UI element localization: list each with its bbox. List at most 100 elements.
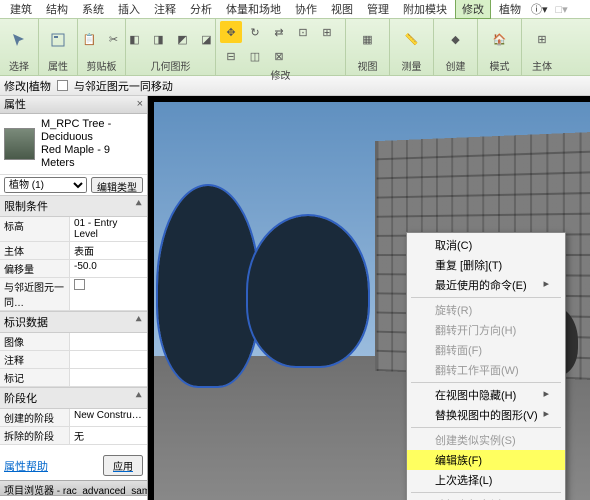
section-identity[interactable]: 标识数据⯅ (0, 311, 147, 333)
copy-icon[interactable]: ✂ (103, 29, 125, 51)
help-icon[interactable]: ⓘ▾ (531, 1, 548, 17)
close-icon[interactable]: × (137, 98, 143, 110)
context-menu-item[interactable]: 在视图中隐藏(H) (407, 385, 565, 405)
category-select[interactable]: 植物 (1) (4, 177, 87, 193)
tree-element-selected[interactable] (158, 186, 258, 386)
prop-row[interactable]: 主体表面 (0, 242, 147, 260)
ribbon-label: 视图 (358, 58, 378, 73)
menu-item[interactable]: 结构 (40, 0, 74, 18)
menu-item-modify[interactable]: 修改 (455, 0, 491, 19)
ribbon-group-view: ▦ 视图 (346, 19, 390, 75)
context-menu-item: 翻转开门方向(H) (407, 320, 565, 340)
section-phasing[interactable]: 阶段化⯅ (0, 387, 147, 409)
context-menu-item[interactable]: 编辑族(F) (407, 450, 565, 470)
tool-icon[interactable]: ⇄ (268, 21, 290, 43)
measure-icon[interactable]: 📏 (401, 29, 423, 51)
tool-icon[interactable]: ⊡ (292, 21, 314, 43)
ribbon-group-select: 选择 (0, 19, 39, 75)
tool-icon[interactable]: ⊠ (268, 45, 290, 67)
menubar-trailing: □▾ (556, 3, 568, 16)
context-menu-item: 创建类似实例(S) (407, 430, 565, 450)
ribbon-label: 选择 (9, 58, 29, 73)
menu-item[interactable]: 管理 (361, 0, 395, 18)
move-with-neighbors-checkbox[interactable] (57, 80, 68, 91)
context-menu-item[interactable]: 上次选择(L) (407, 470, 565, 490)
menu-item[interactable]: 植物 (493, 0, 527, 18)
context-menu-separator (411, 492, 561, 493)
menu-item[interactable]: 建筑 (4, 0, 38, 18)
prop-row[interactable]: 标记 (0, 369, 147, 387)
paste-icon[interactable]: 📋 (79, 29, 101, 51)
view-icon[interactable]: ▦ (357, 29, 379, 51)
ribbon-label: 测量 (402, 58, 422, 73)
tool-icon[interactable]: ◫ (244, 45, 266, 67)
context-menu-item[interactable]: 重复 [删除](T) (407, 255, 565, 275)
panel-title: 属性 (4, 96, 26, 112)
tool-icon[interactable]: ⊟ (220, 45, 242, 67)
edit-type-button[interactable]: 编辑类型 (91, 177, 143, 193)
apply-button[interactable]: 应用 (103, 455, 143, 476)
menu-item[interactable]: 插入 (112, 0, 146, 18)
select-icon[interactable] (4, 25, 34, 55)
type-name: M_RPC Tree - Deciduous Red Maple - 9 Met… (41, 118, 143, 171)
menu-item[interactable]: 视图 (325, 0, 359, 18)
ribbon-group-clipboard: 📋✂ 剪贴板 (78, 19, 126, 75)
project-browser-header: 项目浏览器 - rac_advanced_sample_… (0, 480, 147, 496)
menu-item[interactable]: 注释 (148, 0, 182, 18)
type-thumbnail (4, 128, 35, 160)
geom-icon[interactable]: ◪ (196, 29, 218, 51)
edit-host-icon[interactable]: 🏠 (485, 25, 515, 55)
tool-icon[interactable]: ↻ (244, 21, 266, 43)
ribbon-label: 属性 (48, 58, 68, 73)
menu-item[interactable]: 体量和场地 (220, 0, 287, 18)
context-menu: 取消(C)重复 [删除](T)最近使用的命令(E)旋转(R)翻转开门方向(H)翻… (406, 232, 566, 500)
tree-element-selected[interactable] (248, 216, 368, 366)
menu-item[interactable]: 附加模块 (397, 0, 453, 18)
context-menu-separator (411, 382, 561, 383)
tool-icon[interactable]: ⊞ (316, 21, 338, 43)
ribbon-label: 修改 (271, 67, 291, 82)
context-menu-item: 翻转面(F) (407, 340, 565, 360)
checkbox-label: 与邻近图元一同移动 (74, 78, 173, 94)
ribbon-group-measure: 📏 测量 (390, 19, 434, 75)
context-menu-item[interactable]: 取消(C) (407, 235, 565, 255)
3d-viewport[interactable]: 取消(C)重复 [删除](T)最近使用的命令(E)旋转(R)翻转开门方向(H)翻… (148, 96, 590, 500)
ribbon-label: 几何图形 (151, 58, 191, 73)
options-bar: 修改|植物 与邻近图元一同移动 (0, 76, 590, 96)
properties-header: 属性 × (0, 96, 147, 114)
move-icon[interactable]: ✥ (220, 21, 242, 43)
prop-row[interactable]: 拆除的阶段无 (0, 427, 147, 445)
section-constraints[interactable]: 限制条件⯅ (0, 195, 147, 217)
host-icon[interactable]: ⊞ (527, 25, 557, 55)
ribbon-label: 主体 (532, 58, 552, 73)
menu-item[interactable]: 分析 (184, 0, 218, 18)
geom-icon[interactable]: ◨ (148, 29, 170, 51)
context-menu-item[interactable]: 替换视图中的图形(V) (407, 405, 565, 425)
prop-row[interactable]: 图像 (0, 333, 147, 351)
ribbon: 选择 属性 📋✂ 剪贴板 ◧ ◨ ◩ ◪ 几何图形 ✥ ↻ ⇄ ⊡ ⊞ ⊟ ◫ … (0, 18, 590, 76)
context-menu-item[interactable]: 最近使用的命令(E) (407, 275, 565, 295)
prop-row[interactable]: 与邻近图元一同… (0, 278, 147, 311)
ribbon-group-geometry: ◧ ◨ ◩ ◪ 几何图形 (126, 19, 216, 75)
geom-icon[interactable]: ◩ (172, 29, 194, 51)
prop-row[interactable]: 创建的阶段New Constru… (0, 409, 147, 427)
checkbox[interactable] (74, 279, 85, 290)
prop-row[interactable]: 偏移量-50.0 (0, 260, 147, 278)
context-menu-separator (411, 297, 561, 298)
prop-row[interactable]: 注释 (0, 351, 147, 369)
geom-icon[interactable]: ◧ (124, 29, 146, 51)
context-menu-item: 翻转工作平面(W) (407, 360, 565, 380)
type-selector[interactable]: M_RPC Tree - Deciduous Red Maple - 9 Met… (0, 114, 147, 175)
options-label: 修改|植物 (4, 78, 51, 94)
ribbon-group-properties: 属性 (39, 19, 78, 75)
properties-help-link[interactable]: 属性帮助 (4, 458, 48, 474)
menu-item[interactable]: 系统 (76, 0, 110, 18)
properties-icon[interactable] (43, 25, 73, 55)
menu-item[interactable]: 协作 (289, 0, 323, 18)
prop-row[interactable]: 标高01 - Entry Level (0, 217, 147, 242)
menu-bar: 建筑 结构 系统 插入 注释 分析 体量和场地 协作 视图 管理 附加模块 修改… (0, 0, 590, 18)
context-menu-separator (411, 427, 561, 428)
context-menu-item[interactable]: 选择全部实例(A) (407, 495, 565, 500)
ribbon-label: 创建 (446, 58, 466, 73)
create-icon[interactable]: ◆ (445, 29, 467, 51)
